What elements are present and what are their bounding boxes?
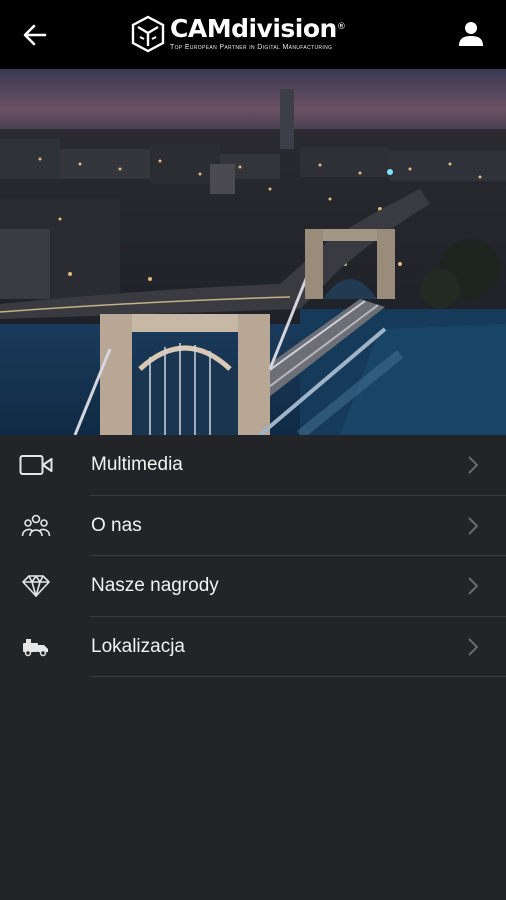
menu-item-multimedia[interactable]: Multimedia [0, 435, 506, 496]
chevron-right-icon [466, 576, 480, 596]
arrow-left-icon [23, 24, 47, 46]
menu-item-label: Nasze nagrody [91, 575, 219, 597]
chevron-right-icon [466, 516, 480, 536]
menu-item-nasze-nagrody[interactable]: Nasze nagrody [0, 556, 506, 617]
logo-emblem-icon [131, 15, 165, 53]
menu-item-label: O nas [91, 514, 142, 536]
diamond-icon [18, 571, 54, 601]
menu-item-label: Multimedia [91, 454, 183, 476]
team-icon [18, 511, 54, 541]
menu-list: Multimedia O nas Nasze nagrody Lokalizac… [0, 435, 506, 677]
menu-item-lokalizacja[interactable]: Lokalizacja [0, 617, 506, 678]
chevron-right-icon [466, 637, 480, 657]
night-city-bridge-photo [0, 69, 506, 435]
hero-image [0, 69, 506, 435]
back-button[interactable] [18, 20, 52, 50]
truck-icon [18, 632, 54, 662]
menu-item-label: Lokalizacja [91, 635, 185, 657]
video-camera-icon [18, 450, 54, 480]
menu-item-o-nas[interactable]: O nas [0, 496, 506, 557]
top-bar: CAMdivision® Top European Partner in Dig… [0, 0, 506, 69]
user-icon [459, 22, 483, 46]
camdivision-logo: CAMdivision® Top European Partner in Dig… [130, 12, 346, 56]
logo-tagline: Top European Partner in Digital Manufact… [170, 44, 333, 51]
logo-wordmark: CAMdivision® [170, 14, 346, 43]
chevron-right-icon [466, 455, 480, 475]
profile-button[interactable] [456, 18, 486, 50]
